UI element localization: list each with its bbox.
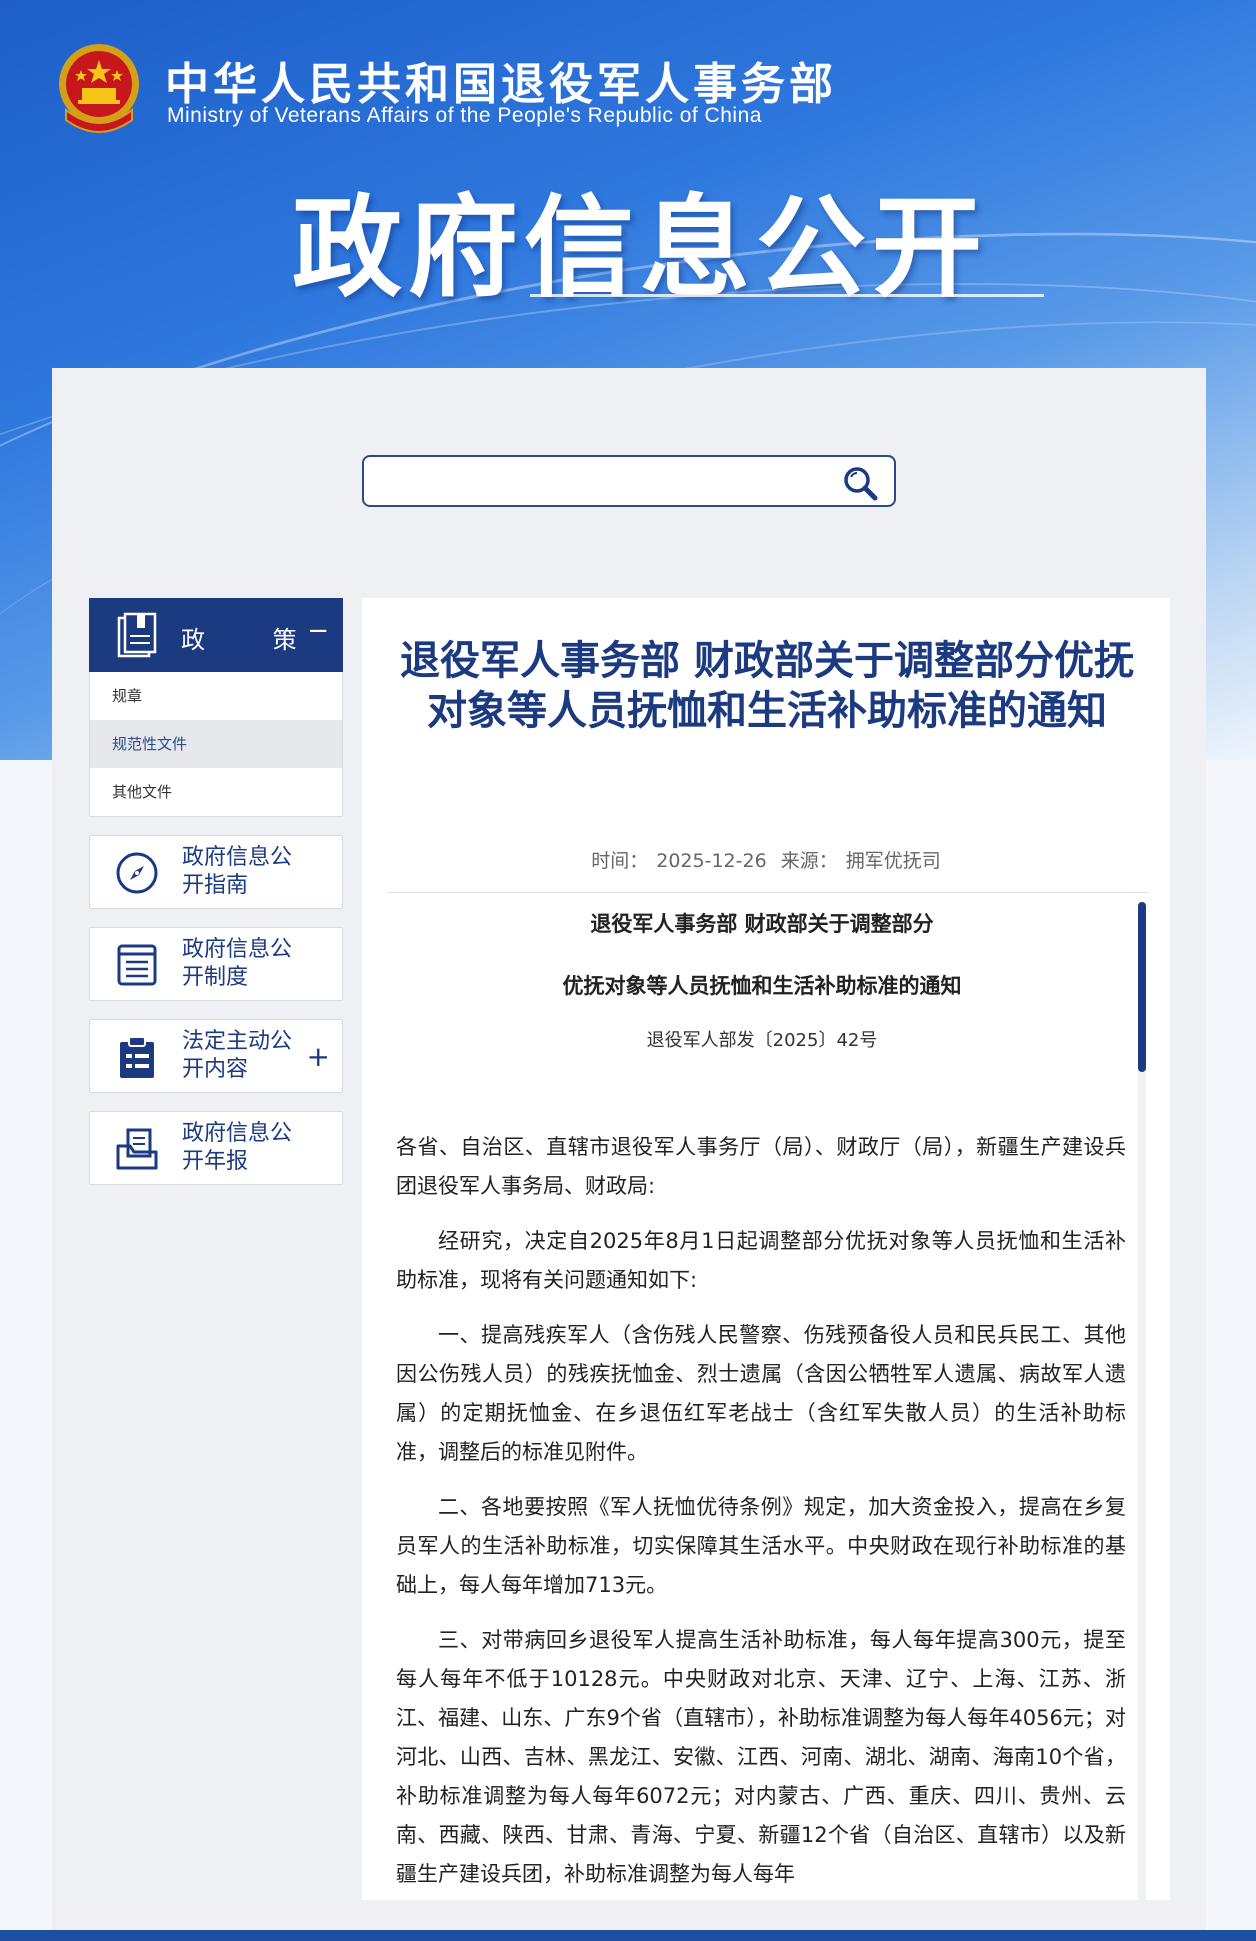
- folder-document-icon: [116, 1128, 158, 1170]
- sidebar-card-label: 政府信息公开年报: [182, 1121, 293, 1174]
- ministry-name-cn: 中华人民共和国退役军人事务部: [165, 59, 837, 110]
- search-icon[interactable]: [840, 463, 880, 503]
- title-underline: [530, 294, 1044, 297]
- expand-toggle[interactable]: +: [307, 1040, 330, 1073]
- sidebar-card-label: 政府信息公开制度: [182, 937, 293, 990]
- article-title: 退役军人事务部 财政部关于调整部分优抚对象等人员抚恤和生活补助标准的通知: [400, 638, 1134, 734]
- sidebar-card-label: 法定主动公开内容: [182, 1029, 293, 1082]
- paragraph: 一、提高残疾军人（含伤残人民警察、伤残预备役人员和民兵民工、其他因公伤残人员）的…: [396, 1323, 1126, 1464]
- sidebar-item-other-documents[interactable]: 其他文件: [90, 768, 342, 816]
- ministry-name-en: Ministry of Veterans Affairs of the Peop…: [167, 104, 762, 127]
- article-body: 各省、自治区、直辖市退役军人事务厅（局）、财政厅（局），新疆生产建设兵团退役军人…: [396, 1128, 1126, 1900]
- compass-icon: [116, 852, 158, 894]
- policy-submenu: 规章 规范性文件 其他文件: [89, 672, 343, 817]
- meta-time: 2025-12-26: [656, 850, 767, 872]
- document-icon: [117, 612, 157, 658]
- sidebar: 政 策 − 规章 规范性文件 其他文件 政府信息公开指南 政府信息公开制度 法定…: [89, 598, 343, 1185]
- meta-time-label: 时间：: [591, 850, 649, 872]
- article-meta: 时间： 2025-12-26 来源： 拥军优抚司: [362, 846, 1170, 873]
- sidebar-card-annual-report[interactable]: 政府信息公开年报: [89, 1111, 343, 1185]
- search-box[interactable]: [362, 455, 896, 507]
- national-emblem-icon: [59, 44, 139, 133]
- scrollbar-thumb[interactable]: [1138, 902, 1146, 1072]
- sidebar-item-normative-documents[interactable]: 规范性文件: [90, 720, 342, 768]
- paragraph: 二、各地要按照《军人抚恤优待条例》规定，加大资金投入，提高在乡复员军人的生活补助…: [396, 1495, 1126, 1597]
- meta-source: 拥军优抚司: [845, 850, 941, 872]
- document-number: 退役军人部发〔2025〕42号: [646, 1030, 878, 1051]
- sidebar-card-guide[interactable]: 政府信息公开指南: [89, 835, 343, 909]
- sidebar-card-system[interactable]: 政府信息公开制度: [89, 927, 343, 1001]
- clipboard-icon: [120, 1036, 154, 1078]
- paragraph: 三、对带病回乡退役军人提高生活补助标准，每人每年提高300元，提至每人每年不低于…: [396, 1628, 1126, 1886]
- list-document-icon: [117, 944, 157, 986]
- sidebar-policy-label: 政 策: [181, 626, 327, 654]
- paragraph: 经研究，决定自2025年8月1日起调整部分优抚对象等人员抚恤和生活补助标准，现将…: [396, 1229, 1126, 1292]
- meta-source-label: 来源：: [780, 850, 838, 872]
- paragraph-salutation: 各省、自治区、直辖市退役军人事务厅（局）、财政厅（局），新疆生产建设兵团退役军人…: [396, 1135, 1126, 1198]
- sidebar-card-statutory-content[interactable]: 法定主动公开内容 +: [89, 1019, 343, 1093]
- collapse-toggle[interactable]: −: [307, 616, 329, 646]
- document-title-line-1: 退役军人事务部 财政部关于调整部分: [590, 912, 934, 936]
- sidebar-policy-header[interactable]: 政 策 −: [89, 598, 343, 672]
- document-title-line-2: 优抚对象等人员抚恤和生活补助标准的通知: [562, 974, 962, 998]
- sidebar-item-rules[interactable]: 规章: [90, 672, 342, 720]
- search-input[interactable]: [374, 465, 818, 499]
- divider: [388, 892, 1148, 893]
- sidebar-card-label: 政府信息公开指南: [182, 845, 293, 898]
- article-card: 退役军人事务部 财政部关于调整部分优抚对象等人员抚恤和生活补助标准的通知 时间：…: [362, 598, 1170, 1900]
- bottom-strip: [0, 1930, 1256, 1941]
